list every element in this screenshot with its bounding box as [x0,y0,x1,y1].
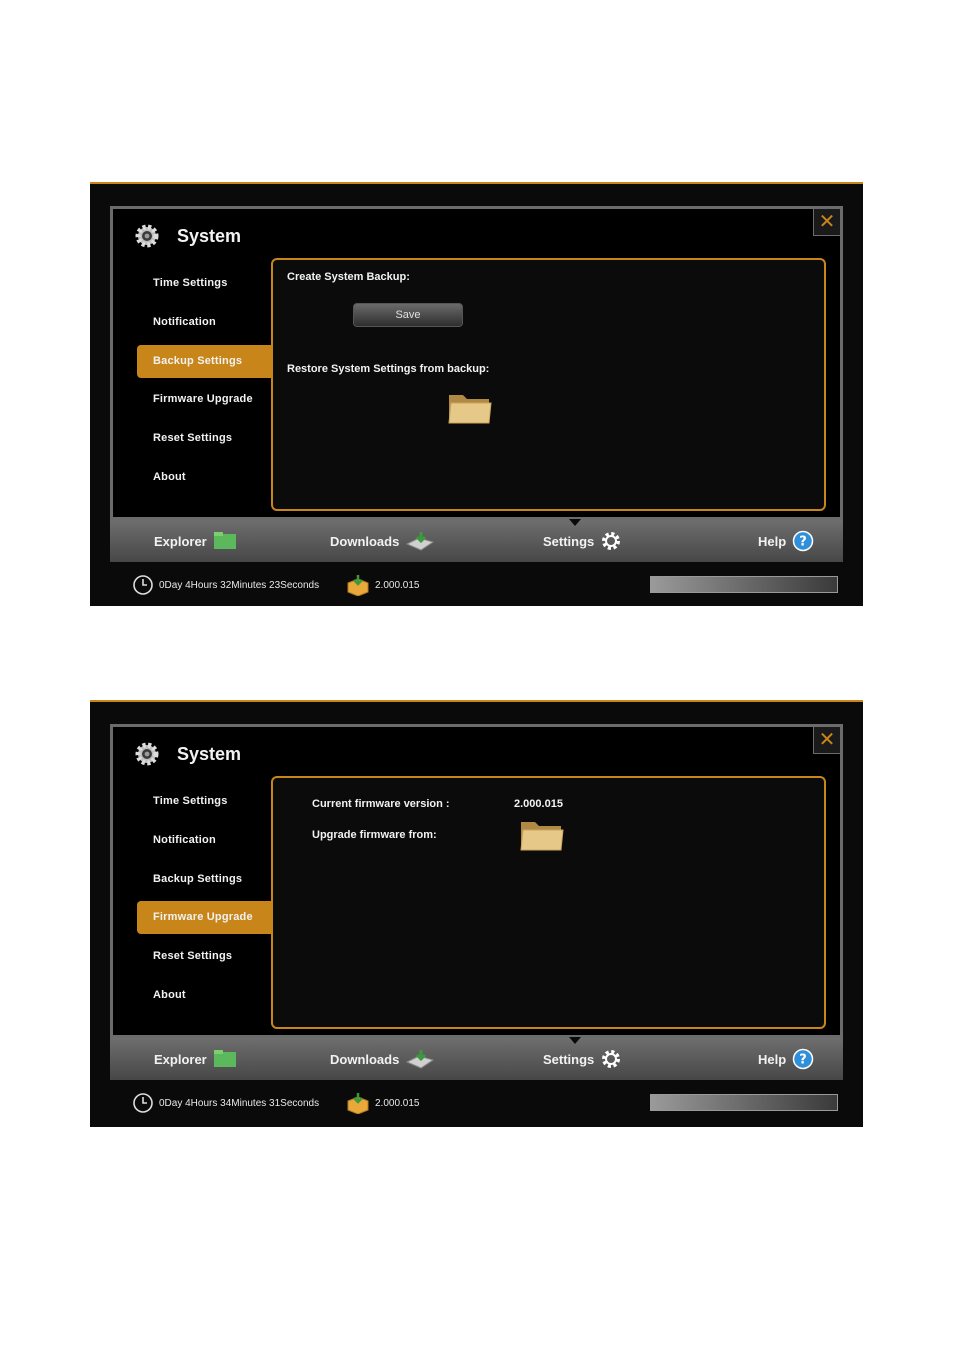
help-icon: ? [792,1048,814,1070]
nav-help[interactable]: Help ? [758,520,814,562]
upgrade-firmware-label: Upgrade firmware from: [312,829,437,841]
screenshot-backup-settings: ✕ System Time Settings Notification Back… [90,182,863,606]
version-status: 2.000.015 [346,1092,420,1114]
settings-menu: Time Settings Notification Backup Settin… [137,267,271,500]
close-icon[interactable]: ✕ [813,727,840,754]
nav-help-label: Help [758,1051,787,1067]
version-status: 2.000.015 [346,574,420,596]
uptime-status: 0Day 4Hours 32Minutes 23Seconds [132,574,319,596]
nav-settings[interactable]: Settings [543,1037,622,1080]
uptime-text: 0Day 4Hours 34Minutes 31Seconds [159,1097,320,1109]
menu-item-about[interactable]: About [137,461,271,494]
menu-item-firmware-upgrade[interactable]: Firmware Upgrade [137,901,271,935]
system-gear-icon [135,742,159,766]
version-text: 2.000.015 [375,579,420,591]
menu-item-notification[interactable]: Notification [137,306,271,339]
menu-item-firmware-upgrade[interactable]: Firmware Upgrade [137,383,271,416]
system-panel: ✕ System Time Settings Notification Back… [110,724,843,1038]
nav-settings[interactable]: Settings [543,519,622,562]
backup-content-box: Create System Backup: Save Restore Syste… [271,258,826,511]
uptime-status: 0Day 4Hours 34Minutes 31Seconds [132,1092,319,1114]
bottom-nav: Explorer Downloads Settings Help ? [110,1037,843,1080]
nav-downloads-label: Downloads [330,533,400,549]
nav-downloads[interactable]: Downloads [330,1038,435,1080]
nav-settings-label: Settings [543,533,595,549]
nav-settings-label: Settings [543,1051,595,1067]
close-icon[interactable]: ✕ [813,209,840,236]
package-icon [347,1093,369,1114]
nav-explorer-label: Explorer [154,1051,207,1067]
explorer-folder-icon [213,1050,236,1067]
settings-gear-icon [602,1050,621,1068]
menu-item-time-settings[interactable]: Time Settings [137,785,271,818]
folder-icon[interactable] [519,818,565,852]
bottom-nav: Explorer Downloads Settings Help ? [110,519,843,562]
menu-item-about[interactable]: About [137,979,271,1012]
restore-label: Restore System Settings from backup: [287,363,490,375]
version-text: 2.000.015 [375,1097,420,1109]
help-icon: ? [792,530,814,552]
settings-gear-icon [602,532,621,550]
current-firmware-label: Current firmware version : [312,798,450,810]
status-bar: 0Day 4Hours 32Minutes 23Seconds 2.000.01… [90,564,863,608]
active-pointer [569,1037,581,1044]
system-gear-icon [135,224,159,248]
nav-help-label: Help [758,533,787,549]
nav-downloads-label: Downloads [330,1051,400,1067]
settings-menu: Time Settings Notification Backup Settin… [137,785,271,1018]
save-button[interactable]: Save [353,303,463,327]
nav-downloads[interactable]: Downloads [330,520,435,562]
menu-item-time-settings[interactable]: Time Settings [137,267,271,300]
progress-bar [650,576,838,593]
system-panel: ✕ System Time Settings Notification Back… [110,206,843,520]
explorer-folder-icon [213,532,236,549]
package-icon [347,575,369,596]
create-backup-label: Create System Backup: [287,271,410,283]
clock-icon [133,575,153,595]
menu-item-backup-settings[interactable]: Backup Settings [137,863,271,896]
nav-explorer[interactable]: Explorer [154,520,237,562]
uptime-text: 0Day 4Hours 32Minutes 23Seconds [159,579,320,591]
nav-explorer[interactable]: Explorer [154,1038,237,1080]
folder-icon[interactable] [447,391,493,425]
menu-item-notification[interactable]: Notification [137,824,271,857]
page-title: System [177,225,242,246]
active-pointer [569,519,581,526]
page-title: System [177,743,242,764]
progress-bar [650,1094,838,1111]
svg-text:?: ? [799,1053,807,1068]
firmware-content-box: Current firmware version : 2.000.015 Upg… [271,776,826,1029]
panel-header: System [133,221,241,251]
clock-icon [133,1093,153,1113]
downloads-drive-icon [406,532,435,551]
panel-header: System [133,739,241,769]
svg-text:?: ? [799,535,807,550]
screenshot-firmware-upgrade: ✕ System Time Settings Notification Back… [90,700,863,1127]
nav-explorer-label: Explorer [154,533,207,549]
menu-item-backup-settings[interactable]: Backup Settings [137,344,271,378]
menu-item-reset-settings[interactable]: Reset Settings [137,422,271,455]
menu-item-reset-settings[interactable]: Reset Settings [137,940,271,973]
status-bar: 0Day 4Hours 34Minutes 31Seconds 2.000.01… [90,1082,863,1126]
current-firmware-value: 2.000.015 [514,798,563,810]
nav-help[interactable]: Help ? [758,1038,814,1080]
downloads-drive-icon [406,1050,435,1069]
